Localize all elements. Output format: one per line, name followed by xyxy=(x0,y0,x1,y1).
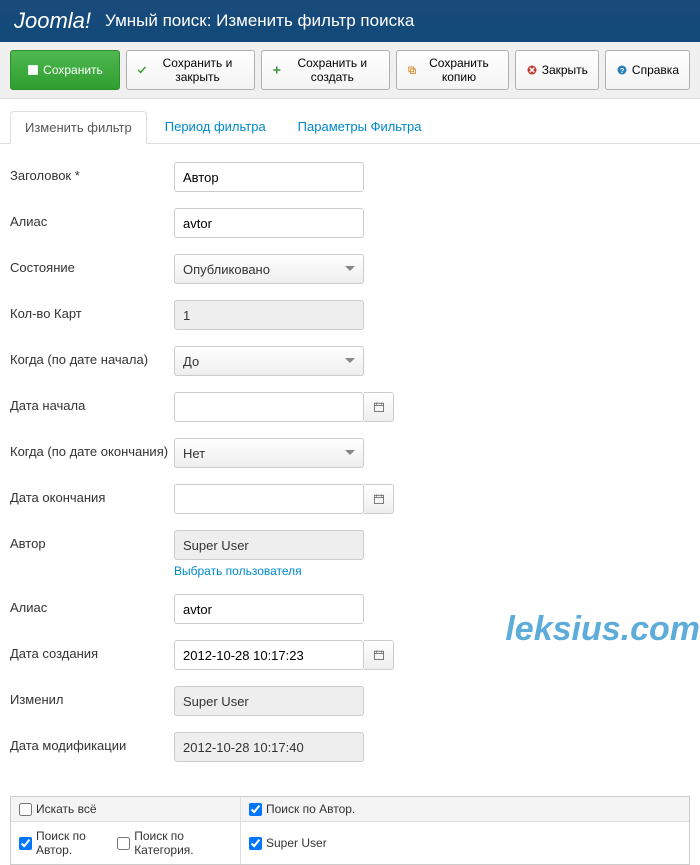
by-author-checkbox[interactable] xyxy=(19,837,32,850)
alias2-input[interactable] xyxy=(174,594,364,624)
toolbar: Сохранить Сохранить и закрыть Сохранить … xyxy=(0,42,700,99)
title-label: Заголовок * xyxy=(10,162,174,183)
created-calendar-button[interactable] xyxy=(364,640,394,670)
date-start-calendar-button[interactable] xyxy=(364,392,394,422)
calendar-icon xyxy=(373,649,385,661)
date-end-label: Дата окончания xyxy=(10,484,174,505)
date-end-input[interactable] xyxy=(174,484,364,514)
close-button[interactable]: Закрыть xyxy=(515,50,599,90)
tab-filter-period[interactable]: Период фильтра xyxy=(151,111,280,143)
close-label: Закрыть xyxy=(542,63,588,77)
date-start-label: Дата начала xyxy=(10,392,174,413)
modifiedby-field: Super User xyxy=(174,686,364,716)
by-category-label: Поиск по Категория. xyxy=(134,829,232,857)
super-user-checkbox[interactable] xyxy=(249,837,262,850)
tab-edit-filter[interactable]: Изменить фильтр xyxy=(10,111,147,144)
save-close-button[interactable]: Сохранить и закрыть xyxy=(126,50,255,90)
by-author-label: Поиск по Автор. xyxy=(36,829,113,857)
alias2-label: Алиас xyxy=(10,594,174,615)
chevron-down-icon xyxy=(345,266,355,276)
when-end-label: Когда (по дате окончания) xyxy=(10,438,174,459)
super-user-label: Super User xyxy=(266,836,327,850)
tab-filter-params[interactable]: Параметры Фильтра xyxy=(284,111,436,143)
search-all-checkbox[interactable] xyxy=(19,803,32,816)
date-start-input[interactable] xyxy=(174,392,364,422)
mapcount-label: Кол-во Карт xyxy=(10,300,174,321)
when-end-select[interactable]: Нет xyxy=(174,438,364,468)
by-author-head-label: Поиск по Автор. xyxy=(266,802,355,816)
apply-icon xyxy=(27,64,39,76)
by-category-checkbox[interactable] xyxy=(117,837,130,850)
select-user-link[interactable]: Выбрать пользователя xyxy=(174,564,364,578)
when-start-label: Когда (по дате начала) xyxy=(10,346,174,367)
state-select[interactable]: Опубликовано xyxy=(174,254,364,284)
state-label: Состояние xyxy=(10,254,174,275)
save-label: Сохранить xyxy=(43,63,103,77)
author-field: Super User xyxy=(174,530,364,560)
when-start-select[interactable]: До xyxy=(174,346,364,376)
when-end-value: Нет xyxy=(183,446,205,461)
alias-label: Алиас xyxy=(10,208,174,229)
help-button[interactable]: ? Справка xyxy=(605,50,690,90)
calendar-icon xyxy=(373,493,385,505)
help-icon: ? xyxy=(616,64,628,76)
search-map-grid: Искать всё Поиск по Автор. Поиск по Авто… xyxy=(10,796,690,865)
date-end-calendar-button[interactable] xyxy=(364,484,394,514)
state-value: Опубликовано xyxy=(183,262,270,277)
mapcount-field: 1 xyxy=(174,300,364,330)
created-input[interactable] xyxy=(174,640,364,670)
tabs: Изменить фильтр Период фильтра Параметры… xyxy=(0,99,700,144)
by-author-head-checkbox[interactable] xyxy=(249,803,262,816)
check-icon xyxy=(137,64,147,76)
save-close-label: Сохранить и закрыть xyxy=(151,56,245,84)
author-label: Автор xyxy=(10,530,174,551)
help-label: Справка xyxy=(632,63,679,77)
save-copy-label: Сохранить копию xyxy=(420,56,498,84)
page-title: Умный поиск: Изменить фильтр поиска xyxy=(105,11,414,31)
modified-label: Дата модификации xyxy=(10,732,174,753)
calendar-icon xyxy=(373,401,385,413)
alias-input[interactable] xyxy=(174,208,364,238)
when-start-value: До xyxy=(183,354,199,369)
title-input[interactable] xyxy=(174,162,364,192)
modifiedby-label: Изменил xyxy=(10,686,174,707)
save-new-button[interactable]: Сохранить и создать xyxy=(261,50,389,90)
plus-icon xyxy=(272,64,282,76)
chevron-down-icon xyxy=(345,358,355,368)
created-label: Дата создания xyxy=(10,640,174,661)
joomla-logo: Joomla! xyxy=(14,8,91,34)
modified-field: 2012-10-28 10:17:40 xyxy=(174,732,364,762)
copy-icon xyxy=(407,64,417,76)
save-copy-button[interactable]: Сохранить копию xyxy=(396,50,509,90)
chevron-down-icon xyxy=(345,450,355,460)
cancel-icon xyxy=(526,64,538,76)
app-header: Joomla! Умный поиск: Изменить фильтр пои… xyxy=(0,0,700,42)
svg-text:?: ? xyxy=(620,66,625,75)
save-button[interactable]: Сохранить xyxy=(10,50,120,90)
save-new-label: Сохранить и создать xyxy=(286,56,379,84)
form-body: Заголовок * Алиас Состояние Опубликовано… xyxy=(0,144,700,796)
search-all-label: Искать всё xyxy=(36,802,97,816)
